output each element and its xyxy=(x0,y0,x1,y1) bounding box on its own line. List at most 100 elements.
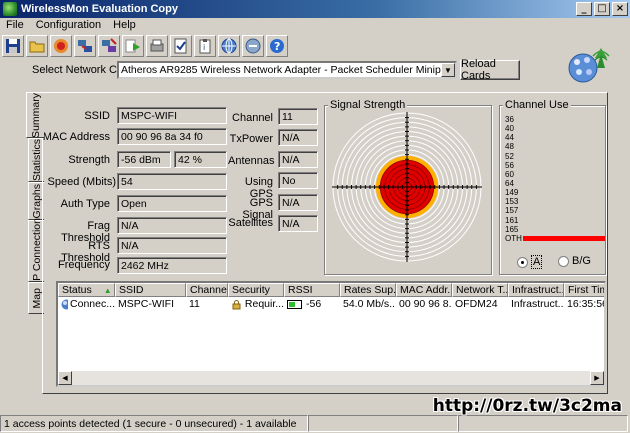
scroll-left-icon[interactable]: ◀ xyxy=(58,371,72,385)
channel-row-52: 52 xyxy=(505,152,605,161)
status-pane-3 xyxy=(458,415,628,432)
channel-row-64: 64 xyxy=(505,179,605,188)
signal-strength-radar xyxy=(332,112,482,262)
col-infrastructure[interactable]: Infrastruct... xyxy=(508,283,564,297)
txpower-value: N/A xyxy=(278,129,318,146)
network-card-select[interactable]: Atheros AR9285 Wireless Network Adapter … xyxy=(117,61,457,79)
channel-row-36: 36 xyxy=(505,115,605,124)
txpower-label: TxPower xyxy=(229,133,273,145)
menu-configuration[interactable]: Configuration xyxy=(36,19,101,31)
channel-label: 157 xyxy=(505,206,519,216)
antennas-label: Antennas xyxy=(228,155,275,167)
col-rssi[interactable]: RSSI xyxy=(284,283,340,297)
channel-label: 44 xyxy=(505,133,514,143)
col-channel[interactable]: Channel xyxy=(186,283,228,297)
ssid-label: SSID xyxy=(84,110,110,122)
channel-row-48: 48 xyxy=(505,142,605,151)
checklist-icon[interactable] xyxy=(170,35,192,57)
close-button[interactable]: × xyxy=(612,2,628,16)
channel-row-40: 40 xyxy=(505,124,605,133)
access-point-list[interactable]: Status ▲ SSID Channel Security RSSI Rates… xyxy=(56,281,606,387)
cell-first-time: 16:35:56 xyxy=(567,298,606,310)
save-icon[interactable] xyxy=(2,35,24,57)
speed-value: 54 xyxy=(117,173,227,190)
help-icon[interactable]: ? xyxy=(266,35,288,57)
radio-a-button[interactable] xyxy=(517,256,528,268)
channel-label: 56 xyxy=(505,160,514,170)
channel-row-60: 60 xyxy=(505,170,605,179)
channel-label: 40 xyxy=(505,124,514,134)
open-folder-icon[interactable] xyxy=(26,35,48,57)
channel-row-153: 153 xyxy=(505,197,605,206)
mac-label: MAC Address xyxy=(42,131,110,143)
col-rates[interactable]: Rates Sup... xyxy=(340,283,396,297)
print-icon[interactable] xyxy=(146,35,168,57)
col-security[interactable]: Security xyxy=(228,283,284,297)
title-bar: WirelessMon Evaluation Copy xyxy=(0,0,630,18)
app-icon xyxy=(3,2,17,16)
channel-label: 149 xyxy=(505,188,519,198)
sort-asc-icon: ▲ xyxy=(103,285,112,295)
channel-use-title: Channel Use xyxy=(503,99,571,111)
col-status[interactable]: Status ▲ xyxy=(58,283,115,297)
minimize-button[interactable]: _ xyxy=(576,2,592,16)
using-gps-value: No xyxy=(278,172,318,189)
cell-channel: 11 xyxy=(189,298,200,310)
channel-row-161: 161 xyxy=(505,216,605,225)
satellites-value: N/A xyxy=(278,215,318,232)
globe-icon[interactable] xyxy=(218,35,240,57)
ssid-value: MSPC-WIFI xyxy=(117,107,227,124)
svg-text:?: ? xyxy=(274,40,280,53)
window-controls: _ □ × xyxy=(576,2,628,16)
satellites-label: Satellites xyxy=(228,217,273,229)
window-title: WirelessMon Evaluation Copy xyxy=(21,3,178,15)
lock-icon xyxy=(232,299,241,309)
cell-mac: 00 90 96 8... xyxy=(399,298,452,310)
connected-icon xyxy=(61,299,69,309)
radio-bg-button[interactable] xyxy=(558,255,569,267)
menu-file[interactable]: File xyxy=(6,19,24,31)
menu-help[interactable]: Help xyxy=(113,19,136,31)
clipboard-icon[interactable]: i xyxy=(194,35,216,57)
channel-label: Channel xyxy=(232,112,273,124)
cell-network-type: OFDM24 xyxy=(455,298,498,310)
chevron-down-icon[interactable]: ▼ xyxy=(441,63,455,77)
cell-infrastructure: Infrastruct... xyxy=(511,298,564,310)
horizontal-scrollbar[interactable]: ◀ ▶ xyxy=(58,371,604,385)
channel-label: OTH xyxy=(505,233,522,243)
channel-label: 153 xyxy=(505,197,519,207)
cell-security: Requir... xyxy=(228,297,284,311)
radio-bg[interactable]: B/G xyxy=(558,255,591,267)
scroll-track[interactable] xyxy=(72,371,590,385)
play-icon[interactable] xyxy=(122,35,144,57)
toolbar: i ? xyxy=(2,34,288,60)
channel-label: 52 xyxy=(505,151,514,161)
col-first-time[interactable]: First Tim xyxy=(564,283,604,297)
connect-icon[interactable] xyxy=(242,35,264,57)
network-card-value: Atheros AR9285 Wireless Network Adapter … xyxy=(121,64,454,76)
col-ssid[interactable]: SSID xyxy=(115,283,186,297)
channel-row-44: 44 xyxy=(505,133,605,142)
tab-summary[interactable]: Summary xyxy=(26,92,44,138)
auth-type-label: Auth Type xyxy=(60,198,110,210)
col-mac[interactable]: MAC Addr... xyxy=(396,283,452,297)
network-delete-icon[interactable] xyxy=(98,35,120,57)
channel-row-149: 149 xyxy=(505,188,605,197)
record-icon[interactable] xyxy=(50,35,72,57)
list-header: Status ▲ SSID Channel Security RSSI Rates… xyxy=(58,283,604,297)
reload-cards-button[interactable]: Reload Cards xyxy=(460,58,520,82)
svg-text:i: i xyxy=(203,43,205,52)
radio-a[interactable]: A xyxy=(517,255,543,269)
cell-rates: 54.0 Mb/s... xyxy=(343,298,396,310)
mac-value: 00 90 96 8a 34 f0 xyxy=(117,128,227,145)
table-row[interactable]: Connec... MSPC-WIFI 11 Requir... -56 54.… xyxy=(58,297,606,311)
auth-type-value: Open xyxy=(117,195,227,212)
col-network-type[interactable]: Network T... xyxy=(452,283,508,297)
maximize-button[interactable]: □ xyxy=(594,2,610,16)
network-icon[interactable] xyxy=(74,35,96,57)
channel-use-bar xyxy=(523,235,605,241)
signal-bar-icon xyxy=(287,299,302,309)
scroll-right-icon[interactable]: ▶ xyxy=(590,371,604,385)
status-pane-2 xyxy=(308,415,458,432)
rts-threshold-value: N/A xyxy=(117,237,227,254)
